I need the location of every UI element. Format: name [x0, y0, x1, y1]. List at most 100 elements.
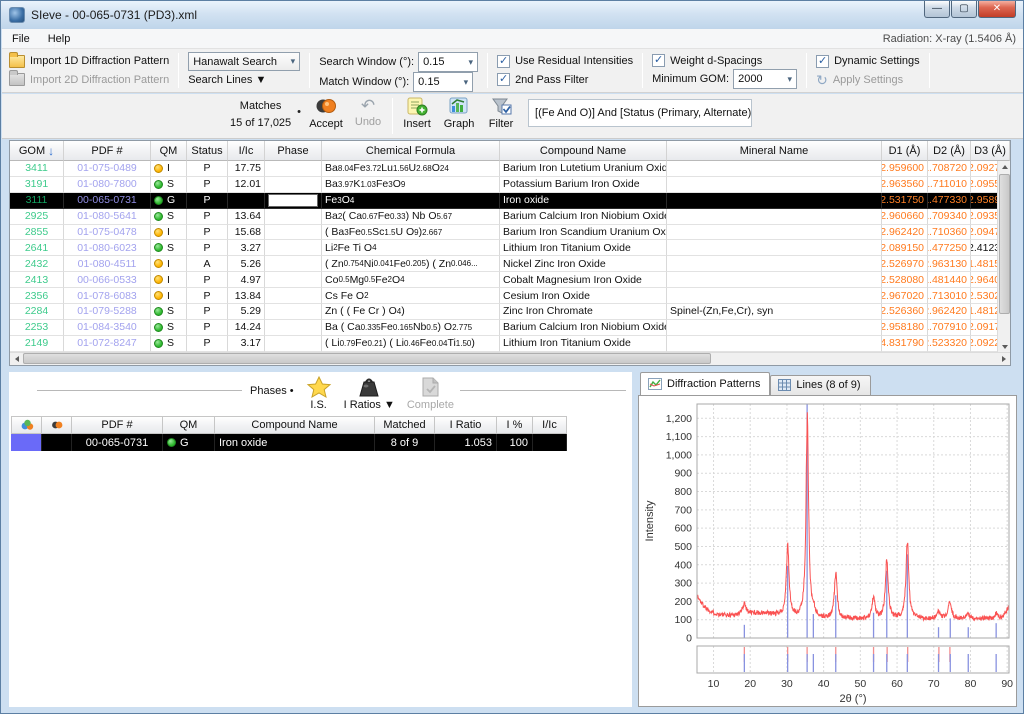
gom-value: 3191 — [10, 177, 64, 193]
chemical-formula: ( Li0.79 Fe0.21 ) ( Li0.46 Fe0.04 Ti1.50… — [322, 336, 500, 352]
compound-name: Cesium Iron Oxide — [500, 288, 667, 304]
pdf-number-link[interactable]: 01-080-5641 — [64, 209, 151, 225]
pdf-number-link[interactable]: 01-084-3540 — [64, 320, 151, 336]
column-header[interactable]: Compound Name — [500, 141, 667, 161]
column-header[interactable]: Mineral Name — [667, 141, 882, 161]
d1-value: 2.526360 — [882, 304, 928, 320]
is-button[interactable]: I.S. — [300, 376, 338, 411]
use-residual-checkbox[interactable]: ✓ Use Residual Intensities — [497, 52, 633, 71]
gom-value: 2284 — [10, 304, 64, 320]
pdf-number-link[interactable]: 01-080-6023 — [64, 240, 151, 256]
mineral-name — [667, 225, 882, 241]
tab-lines[interactable]: Lines (8 of 9) — [770, 375, 870, 395]
mineral-name: Spinel-(Zn,Fe,Cr), syn — [667, 304, 882, 320]
svg-text:1,100: 1,100 — [666, 431, 692, 443]
table-row[interactable]: 241300-066-0533IP4.97Co0.5 Mg0.5 Fe2 O4C… — [10, 272, 1010, 288]
table-row[interactable]: 214901-072-8247SP3.17( Li0.79 Fe0.21 ) (… — [10, 336, 1010, 352]
status-value: P — [187, 288, 228, 304]
column-header[interactable]: I/Ic — [228, 141, 265, 161]
phase-cell — [265, 209, 322, 225]
pdf-number-link[interactable]: 01-075-0489 — [64, 161, 151, 177]
search-window-dropdown[interactable]: 0.15 ▾ — [418, 52, 478, 72]
phase-edit-box[interactable] — [268, 194, 318, 207]
vertical-scrollbar[interactable] — [997, 161, 1010, 353]
second-pass-checkbox[interactable]: ✓ 2nd Pass Filter — [497, 71, 633, 90]
d1-value: 2.959600 — [882, 161, 928, 177]
search-mode-dropdown[interactable]: Hanawalt Search ▾ — [188, 52, 300, 71]
d2-value: 1.713010 — [928, 288, 971, 304]
column-header[interactable]: D2 (Å) — [928, 141, 971, 161]
column-header[interactable]: GOM↓ — [10, 141, 64, 161]
search-lines-menu[interactable]: Search Lines ▼ — [188, 71, 300, 89]
phases-row[interactable]: 00-065-0731 G Iron oxide 8 of 9 1.053 10… — [11, 434, 567, 451]
minimize-button[interactable]: — — [924, 1, 950, 18]
status-value: P — [187, 272, 228, 288]
pdf-number-link[interactable]: 01-072-8247 — [64, 336, 151, 352]
menu-help[interactable]: Help — [46, 31, 79, 47]
weight-dspacings-checkbox[interactable]: ✓ Weight d-Spacings — [652, 52, 797, 69]
pdf-number-link[interactable]: 01-079-5288 — [64, 304, 151, 320]
pdf-number-link[interactable]: 01-078-6083 — [64, 288, 151, 304]
table-row[interactable]: 225301-084-3540SP14.24Ba ( Ca0.335 Fe0.1… — [10, 320, 1010, 336]
table-row[interactable]: 285501-075-0478IP15.68( Ba3 Fe0.5 Sc1.5 … — [10, 225, 1010, 241]
table-row[interactable]: 311100-065-0731GPFe3 O4Iron oxide2.53175… — [10, 193, 1010, 209]
accept-button[interactable]: Accept — [305, 94, 347, 130]
column-header[interactable]: QM — [151, 141, 187, 161]
horizontal-scrollbar[interactable] — [10, 352, 1010, 365]
horizontal-scroll-thumb[interactable] — [23, 353, 711, 364]
graph-button[interactable]: Graph — [438, 94, 480, 130]
pdf-number-link[interactable]: 01-075-0478 — [64, 225, 151, 241]
column-header[interactable]: Status — [187, 141, 228, 161]
scroll-left-arrow[interactable] — [10, 353, 23, 365]
vertical-scroll-thumb[interactable] — [999, 174, 1010, 314]
svg-text:70: 70 — [928, 678, 940, 690]
pdf-number-link[interactable]: 00-066-0533 — [64, 272, 151, 288]
column-header[interactable]: Phase — [265, 141, 322, 161]
status-value: P — [187, 336, 228, 352]
complete-page-icon — [417, 376, 443, 398]
iic-value — [228, 193, 265, 209]
pdf-number-link[interactable]: 01-080-7800 — [64, 177, 151, 193]
table-row[interactable]: 264101-080-6023SP3.27Li2 Fe Ti O4Lithium… — [10, 240, 1010, 256]
pdf-number-link[interactable]: 01-080-4511 — [64, 256, 151, 272]
table-row[interactable]: 341101-075-0489IP17.75Ba8.04 Fe3.72 Lu1.… — [10, 161, 1010, 177]
column-header[interactable]: PDF # — [64, 141, 151, 161]
folder-disabled-icon — [9, 73, 25, 86]
match-window-dropdown[interactable]: 0.15 ▾ — [413, 72, 473, 92]
pdf-number-link[interactable]: 00-065-0731 — [64, 193, 151, 209]
status-value: P — [187, 240, 228, 256]
svg-text:1,000: 1,000 — [666, 449, 692, 461]
diffraction-chart[interactable]: 01002003004005006007008009001,0001,1001,… — [639, 396, 1016, 706]
d2-value: 1.477330 — [928, 193, 971, 209]
phases-panel: Phases • I.S. I Ratios ▼ — [9, 372, 632, 707]
d1-value: 2.526970 — [882, 256, 928, 272]
table-row[interactable]: 292501-080-5641SP13.64Ba2 ( Ca0.67 Fe0.3… — [10, 209, 1010, 225]
qm-dot-icon — [154, 196, 163, 205]
table-row[interactable]: 319101-080-7800SP12.01Ba3.97 K1.03 Fe3 O… — [10, 177, 1010, 193]
table-row[interactable]: 243201-080-4511IA5.26( Zn0.754 Ni0.041 F… — [10, 256, 1010, 272]
scroll-up-arrow[interactable] — [998, 161, 1011, 173]
maximize-button[interactable]: ▢ — [951, 1, 977, 18]
chemical-formula: ( Ba3 Fe0.5 Sc1.5 U O9 )2.667 — [322, 225, 500, 241]
column-header[interactable]: D3 (Å) — [971, 141, 1010, 161]
insert-button[interactable]: Insert — [396, 94, 438, 130]
mineral-name — [667, 320, 882, 336]
minimum-gom-dropdown[interactable]: 2000 ▾ — [733, 69, 797, 89]
table-row[interactable]: 228401-079-5288SP5.29Zn ( ( Fe Cr ) O4 )… — [10, 304, 1010, 320]
iic-value: 17.75 — [228, 161, 265, 177]
close-button[interactable]: ✕ — [978, 1, 1016, 18]
filter-expression-box[interactable]: [(Fe And O)] And [Status (Primary, Alter… — [528, 99, 752, 127]
import-1d-button[interactable]: Import 1D Diffraction Pattern — [9, 52, 169, 71]
mineral-name — [667, 272, 882, 288]
column-header[interactable]: Chemical Formula — [322, 141, 500, 161]
filter-button[interactable]: Filter — [480, 94, 522, 130]
menu-file[interactable]: File — [10, 31, 38, 47]
iratios-button[interactable]: I Ratios ▼ — [338, 376, 401, 411]
table-row[interactable]: 235601-078-6083IP13.84Cs Fe O2Cesium Iro… — [10, 288, 1010, 304]
iic-value: 12.01 — [228, 177, 265, 193]
column-header[interactable]: D1 (Å) — [882, 141, 928, 161]
scroll-right-arrow[interactable] — [997, 353, 1010, 365]
tab-diffraction-patterns[interactable]: Diffraction Patterns — [640, 372, 770, 395]
mineral-name — [667, 288, 882, 304]
dynamic-settings-checkbox[interactable]: ✓ Dynamic Settings — [816, 52, 920, 71]
